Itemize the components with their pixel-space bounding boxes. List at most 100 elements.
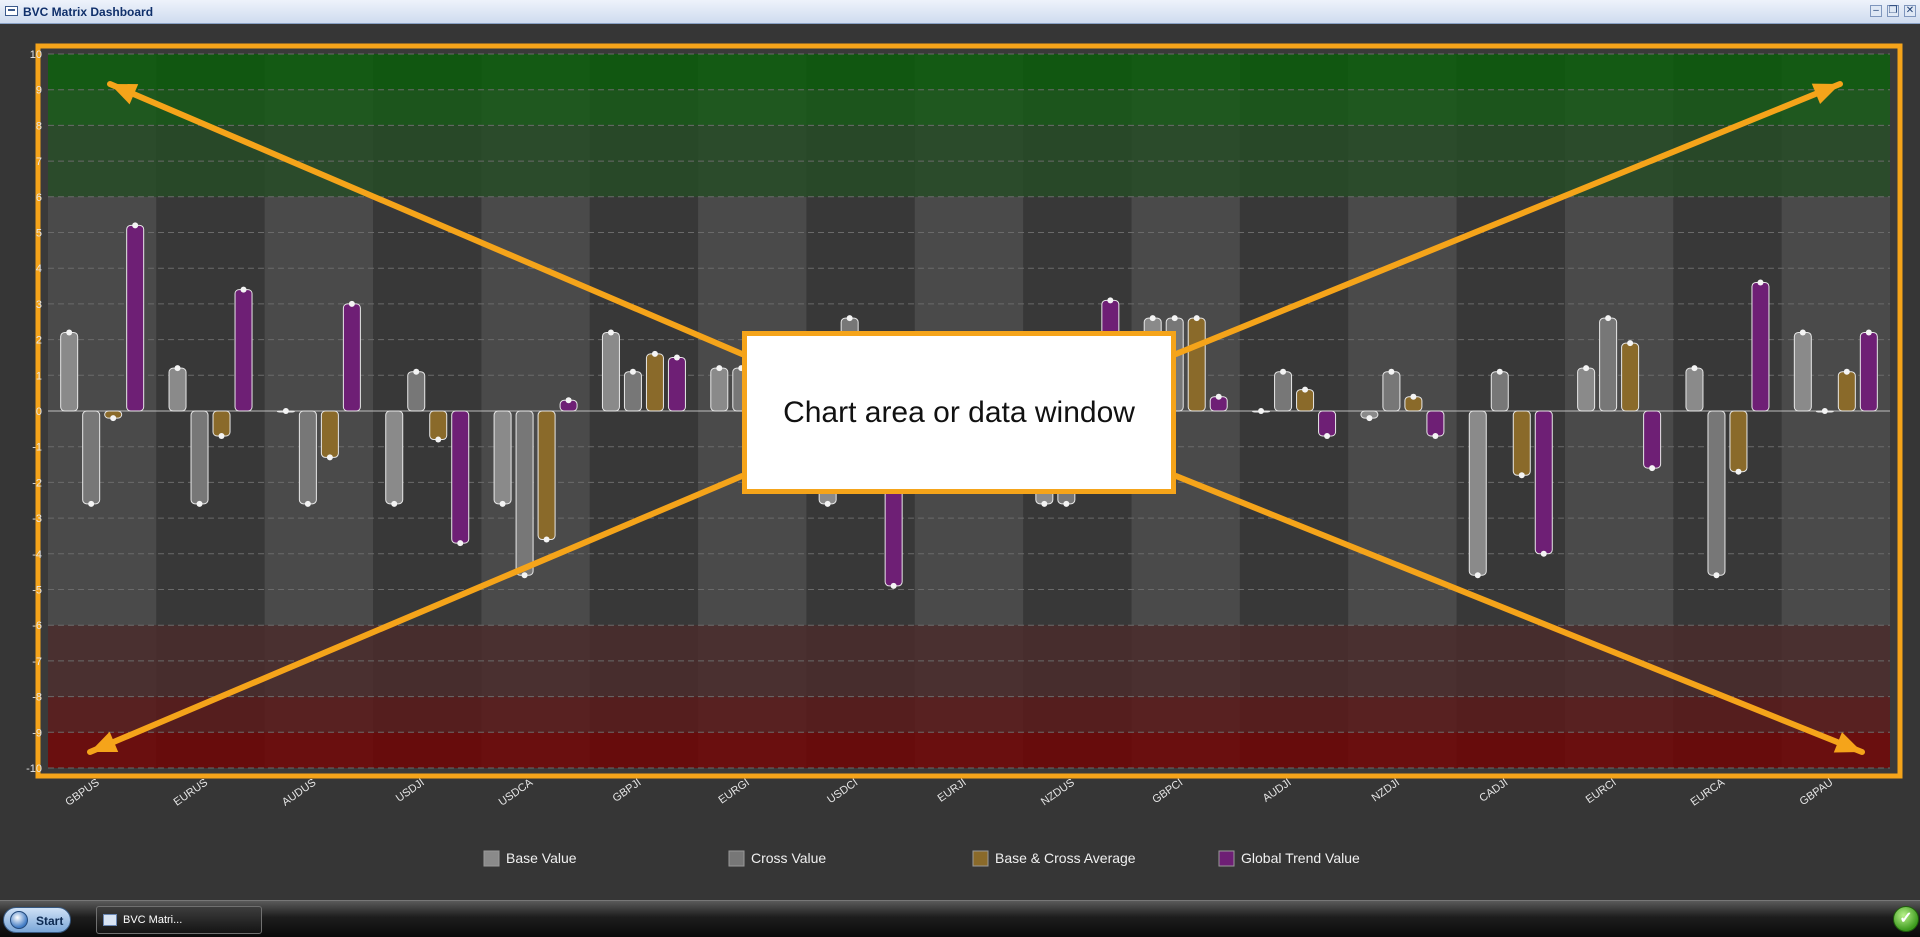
bar-point — [1540, 550, 1547, 557]
bar-point — [1627, 340, 1634, 347]
bar — [82, 410, 101, 505]
x-tick-label: USDCA — [497, 776, 536, 808]
bar — [645, 353, 664, 412]
dashboard-workarea: 10 9 8 7 6 5 4 3 2 1 0 -1 -2 -3 -4 -5 -6 -7 -8 -9 -10 GBPUS EU… — [0, 24, 1920, 900]
y-tick-label: -8 — [32, 692, 42, 704]
restore-button[interactable]: ❐ — [1887, 5, 1899, 17]
bar — [1707, 410, 1726, 576]
y-tick-label: -6 — [32, 620, 42, 632]
y-tick-label: 4 — [36, 263, 42, 275]
x-tick-label: NZDJI — [1370, 777, 1402, 805]
x-tick-label: AUDUS — [280, 777, 318, 809]
bar-point — [673, 354, 680, 361]
y-tick-label: 3 — [36, 299, 42, 311]
bar — [1512, 410, 1531, 476]
x-tick-label: GBPUS — [63, 777, 101, 809]
bar-point — [218, 432, 225, 439]
bar — [385, 410, 404, 505]
y-tick-label: 1 — [36, 370, 42, 382]
y-tick-label: -2 — [32, 477, 42, 489]
bar-point — [1366, 415, 1373, 422]
y-tick-label: -4 — [32, 549, 42, 561]
callout-text: Chart area or data window — [783, 395, 1135, 429]
y-tick-label: 0 — [36, 406, 42, 418]
bar-point — [1280, 368, 1287, 375]
bar — [1318, 410, 1337, 437]
y-tick-label: -10 — [26, 763, 42, 775]
bar-point — [174, 365, 181, 372]
bar — [1751, 281, 1770, 412]
bar-point — [1388, 368, 1395, 375]
x-tick-label: USDJI — [394, 777, 427, 805]
x-tick-label: EURGI — [716, 777, 751, 807]
start-label: Start — [36, 914, 64, 928]
y-tick-label: 9 — [36, 85, 42, 97]
legend-label: Base Value — [506, 850, 577, 866]
bar — [1187, 317, 1206, 412]
bar-point — [196, 500, 203, 507]
bar — [168, 367, 187, 412]
bar-point — [521, 572, 528, 579]
window-icon — [103, 914, 117, 926]
bar-point — [1496, 368, 1503, 375]
bar-point — [240, 286, 247, 293]
bar-point — [304, 500, 311, 507]
close-button[interactable]: ✕ — [1904, 5, 1916, 17]
bar-point — [1735, 468, 1742, 475]
x-tick-label: GBPCI — [1150, 777, 1185, 806]
y-tick-label: -7 — [32, 656, 42, 668]
bar-point — [1865, 329, 1872, 336]
bar — [429, 410, 448, 441]
bar-point — [1171, 315, 1178, 322]
threshold-zone — [48, 696, 1890, 733]
bar — [1793, 331, 1812, 412]
y-tick-label: -9 — [32, 727, 42, 739]
x-tick-label: EURCI — [1584, 777, 1619, 806]
bar — [1685, 367, 1704, 412]
y-tick-label: 10 — [30, 49, 42, 61]
bar-point — [1757, 279, 1764, 286]
x-tick-label: EURJI — [936, 777, 969, 805]
bar-point — [457, 540, 464, 547]
bar-point — [890, 582, 897, 589]
y-tick-label: -5 — [32, 585, 42, 597]
bar-point — [132, 222, 139, 229]
x-tick-label: EURCA — [1689, 776, 1728, 808]
bar-point — [565, 397, 572, 404]
legend-label: Global Trend Value — [1241, 850, 1360, 866]
bar-point — [1149, 315, 1156, 322]
bar-point — [651, 350, 658, 357]
bar-point — [629, 368, 636, 375]
bar-point — [1324, 432, 1331, 439]
legend-label: Base & Cross Average — [995, 850, 1136, 866]
checkmark-icon[interactable]: ✓ — [1893, 906, 1919, 932]
bar-point — [1258, 408, 1265, 414]
bar-point — [1041, 500, 1048, 507]
bar-point — [1583, 365, 1590, 372]
taskbar-item-bvc-matrix[interactable]: BVC Matri... — [96, 906, 262, 934]
bar — [1577, 367, 1596, 412]
bar — [623, 371, 642, 412]
bar — [1621, 342, 1640, 412]
bar-point — [1410, 393, 1417, 400]
minimize-button[interactable]: – — [1870, 5, 1882, 17]
bar-point — [110, 415, 117, 422]
bar — [1837, 371, 1856, 412]
bar — [320, 410, 339, 458]
y-tick-label: -3 — [32, 513, 42, 525]
window-title-bar[interactable]: BVC Matrix Dashboard – ❐ ✕ — [0, 0, 1920, 24]
legend-swatch — [972, 850, 989, 867]
bar — [190, 410, 209, 505]
bar-point — [607, 329, 614, 336]
bar — [601, 331, 620, 412]
bar — [451, 410, 470, 544]
taskbar-item-label: BVC Matri... — [123, 914, 183, 926]
bar — [342, 303, 361, 412]
bar-point — [413, 368, 420, 375]
bar — [407, 371, 426, 412]
start-button[interactable]: Start — [3, 907, 71, 933]
power-icon — [10, 911, 28, 929]
bar-point — [1821, 408, 1828, 414]
bar — [1382, 371, 1401, 412]
bar — [515, 410, 534, 576]
